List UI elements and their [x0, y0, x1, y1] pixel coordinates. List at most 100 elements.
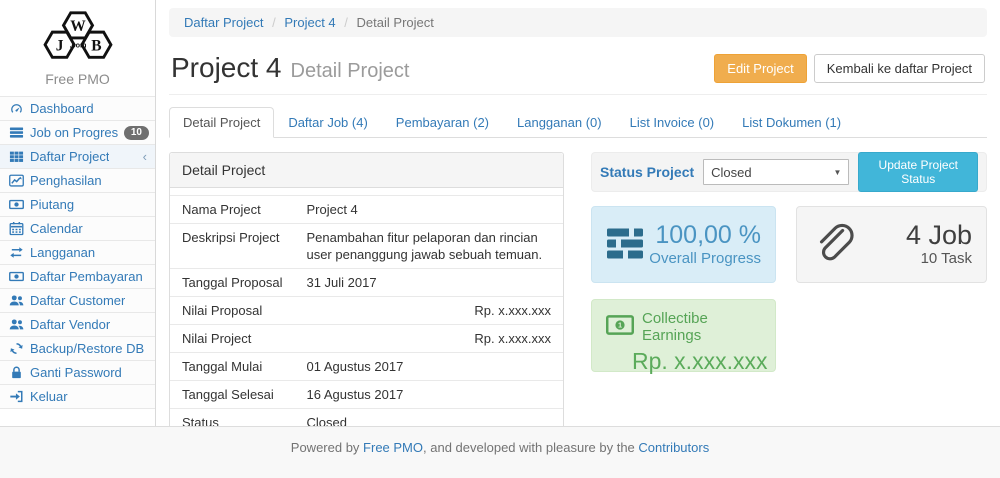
users-icon	[8, 317, 24, 332]
page-header: Project 4 Detail Project Edit Project Ke…	[169, 50, 987, 95]
brand-logo[interactable]: W J B .com	[0, 0, 155, 69]
sidebar-item-label: Calendar	[30, 221, 83, 236]
sidebar-item-ganti-password[interactable]: Ganti Password	[0, 361, 155, 385]
table-row: Status Closed	[170, 409, 563, 428]
row-label: Tanggal Selesai	[170, 381, 294, 409]
sidebar-item-label: Daftar Project	[30, 149, 109, 164]
status-project-bar: Status Project Closed ▼ Update Project S…	[591, 152, 987, 192]
main-content: Daftar Project / Project 4 / Detail Proj…	[156, 0, 1000, 426]
breadcrumb-separator: /	[272, 15, 276, 30]
sidebar-item-label: Daftar Vendor	[30, 317, 110, 332]
tab-bar: Detail Project Daftar Job (4) Pembayaran…	[169, 107, 987, 138]
task-count-value: 10 Task	[906, 249, 972, 268]
summary-cards-row: 100,00 % Overall Progress 4 Job 10 Task	[591, 206, 987, 283]
tasks-icon	[8, 125, 24, 140]
sidebar-item-label: Ganti Password	[30, 365, 122, 380]
sidebar-item-daftar-project[interactable]: Daftar Project ‹	[0, 145, 155, 169]
brand-name: Free PMO	[0, 69, 155, 96]
logo-domain: .com	[69, 41, 86, 50]
sidebar-item-daftar-customer[interactable]: Daftar Customer	[0, 289, 155, 313]
tab-pembayaran[interactable]: Pembayaran (2)	[382, 107, 503, 138]
breadcrumb: Daftar Project / Project 4 / Detail Proj…	[169, 8, 987, 37]
row-label: Tanggal Proposal	[170, 269, 294, 297]
jobs-summary-card: 4 Job 10 Task	[796, 206, 987, 283]
status-project-label: Status Project	[600, 164, 694, 180]
sidebar-item-label: Piutang	[30, 197, 74, 212]
row-value: 31 Juli 2017	[294, 269, 563, 297]
row-value: 16 Agustus 2017	[294, 381, 563, 409]
row-label: Tanggal Mulai	[170, 353, 294, 381]
breadcrumb-current: Detail Project	[357, 15, 434, 30]
row-value: Rp. x.xxx.xxx	[294, 325, 563, 353]
row-label: Status	[170, 409, 294, 428]
sign-out-icon	[8, 389, 24, 404]
table-icon	[8, 149, 24, 164]
tab-list-dokumen[interactable]: List Dokumen (1)	[728, 107, 855, 138]
job-count-value: 4 Job	[906, 221, 972, 249]
panel-title: Detail Project	[170, 153, 563, 188]
breadcrumb-daftar-project[interactable]: Daftar Project	[184, 15, 263, 30]
tab-list-invoice[interactable]: List Invoice (0)	[616, 107, 729, 138]
sidebar-item-daftar-pembayaran[interactable]: Daftar Pembayaran	[0, 265, 155, 289]
table-row: Nama Project Project 4	[170, 196, 563, 224]
overall-progress-card: 100,00 % Overall Progress	[591, 206, 776, 283]
paperclip-icon	[811, 220, 857, 269]
retweet-icon	[8, 245, 24, 260]
collectible-earnings-card: 1 Collectibe Earnings Rp. x.xxx.xxx	[591, 299, 776, 372]
status-select[interactable]: Closed ▼	[703, 159, 849, 185]
sidebar-nav: Dashboard Job on Progress 10 Daftar Proj…	[0, 96, 155, 409]
breadcrumb-project-4[interactable]: Project 4	[284, 15, 335, 30]
contributors-link[interactable]: Contributors	[638, 440, 709, 455]
table-row: Tanggal Proposal 31 Juli 2017	[170, 269, 563, 297]
row-label: Nilai Proposal	[170, 297, 294, 325]
sidebar-item-label: Job on Progress	[30, 125, 118, 140]
sidebar-item-daftar-vendor[interactable]: Daftar Vendor	[0, 313, 155, 337]
back-to-project-list-button[interactable]: Kembali ke daftar Project	[814, 54, 985, 83]
sidebar-item-calendar[interactable]: Calendar	[0, 217, 155, 241]
earnings-label: Collectibe Earnings	[642, 310, 761, 344]
sidebar-item-label: Backup/Restore DB	[30, 341, 144, 356]
page-title: Project 4	[171, 52, 282, 84]
table-row: Tanggal Mulai 01 Agustus 2017	[170, 353, 563, 381]
sidebar-item-job-on-progress[interactable]: Job on Progress 10	[0, 121, 155, 145]
money-icon: 1	[606, 315, 634, 339]
tab-detail-project[interactable]: Detail Project	[169, 107, 274, 138]
status-selected-value: Closed	[711, 165, 751, 180]
sidebar-item-keluar[interactable]: Keluar	[0, 385, 155, 409]
sidebar-item-dashboard[interactable]: Dashboard	[0, 97, 155, 121]
detail-project-panel: Detail Project Nama Project Project 4 De…	[169, 152, 564, 427]
breadcrumb-separator: /	[344, 15, 348, 30]
line-chart-icon	[8, 173, 24, 188]
edit-project-button[interactable]: Edit Project	[714, 54, 806, 83]
dashboard-icon	[8, 101, 24, 116]
sidebar-item-backup-restore-db[interactable]: Backup/Restore DB	[0, 337, 155, 361]
right-column: Status Project Closed ▼ Update Project S…	[591, 152, 987, 427]
sidebar-item-label: Daftar Customer	[30, 293, 125, 308]
chevron-left-icon: ‹	[143, 151, 149, 163]
page-subtitle: Detail Project	[291, 54, 410, 83]
update-project-status-button[interactable]: Update Project Status	[858, 152, 978, 192]
sidebar-item-label: Penghasilan	[30, 173, 102, 188]
tab-daftar-job[interactable]: Daftar Job (4)	[274, 107, 381, 138]
sidebar-item-label: Dashboard	[30, 101, 94, 116]
row-label: Nilai Project	[170, 325, 294, 353]
refresh-icon	[8, 341, 24, 356]
sidebar-item-penghasilan[interactable]: Penghasilan	[0, 169, 155, 193]
sidebar: W J B .com Free PMO Dashboard Job on Pro…	[0, 0, 156, 426]
table-row: Nilai Proposal Rp. x.xxx.xxx	[170, 297, 563, 325]
row-value: Project 4	[294, 196, 563, 224]
sidebar-item-piutang[interactable]: Piutang	[0, 193, 155, 217]
footer-powered-text: Powered by	[291, 440, 363, 455]
table-row: Deskripsi Project Penambahan fitur pelap…	[170, 224, 563, 269]
free-pmo-link[interactable]: Free PMO	[363, 440, 423, 455]
users-icon	[8, 293, 24, 308]
row-value: 01 Agustus 2017	[294, 353, 563, 381]
table-row: Nilai Project Rp. x.xxx.xxx	[170, 325, 563, 353]
sidebar-item-langganan[interactable]: Langganan	[0, 241, 155, 265]
money-icon	[8, 197, 24, 212]
tab-langganan[interactable]: Langganan (0)	[503, 107, 616, 138]
logo-letter-j: J	[55, 38, 63, 55]
sidebar-item-label: Daftar Pembayaran	[30, 269, 143, 284]
tasks-icon	[606, 228, 644, 262]
earnings-value: Rp. x.xxx.xxx	[632, 348, 761, 375]
